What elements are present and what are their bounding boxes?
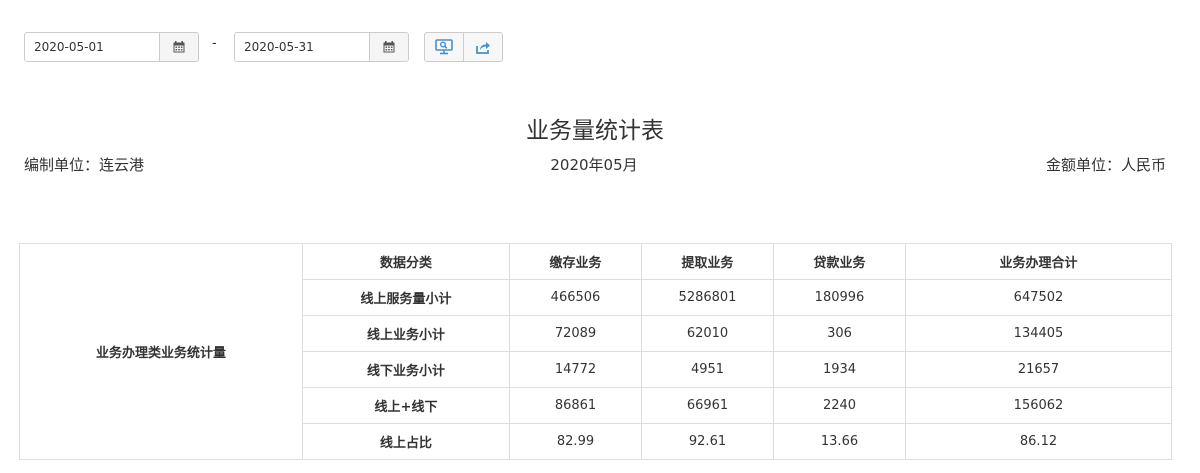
header-category: 数据分类	[302, 243, 510, 280]
report-title: 业务量统计表	[526, 118, 664, 144]
cell-total: 134405	[905, 315, 1172, 352]
cell-loan: 180996	[773, 279, 906, 316]
row-label: 线上占比	[302, 423, 510, 460]
cell-total: 647502	[905, 279, 1172, 316]
currency-unit: 金额单位：人民币	[1045, 156, 1166, 174]
start-date-picker	[24, 32, 199, 62]
export-button[interactable]	[463, 32, 503, 62]
report-page: -	[0, 0, 1200, 473]
statistics-table: 业务办理类业务统计量 数据分类 缴存业务 提取业务 贷款业务 业务办理合计 线上…	[19, 243, 1172, 460]
header-withdraw: 提取业务	[641, 243, 774, 280]
row-label: 线上+线下	[302, 387, 510, 424]
cell-deposit: 86861	[509, 387, 642, 424]
end-date-input[interactable]	[235, 33, 369, 61]
cell-withdraw: 66961	[641, 387, 774, 424]
cell-withdraw: 5286801	[641, 279, 774, 316]
table-header-row: 业务办理类业务统计量 数据分类 缴存业务 提取业务 贷款业务 业务办理合计	[19, 243, 1172, 460]
cell-total: 86.12	[905, 423, 1172, 460]
header-deposit: 缴存业务	[509, 243, 642, 280]
cell-withdraw: 92.61	[641, 423, 774, 460]
cell-total: 156062	[905, 387, 1172, 424]
group-label-cell: 业务办理类业务统计量	[19, 243, 303, 460]
header-total: 业务办理合计	[905, 243, 1172, 280]
cell-loan: 306	[773, 315, 906, 352]
row-label: 线上业务小计	[302, 315, 510, 352]
end-date-picker	[234, 32, 409, 62]
start-calendar-button[interactable]	[159, 33, 198, 61]
cell-deposit: 72089	[509, 315, 642, 352]
row-label: 线下业务小计	[302, 351, 510, 388]
preview-button[interactable]	[424, 32, 464, 62]
end-calendar-button[interactable]	[369, 33, 408, 61]
cell-loan: 13.66	[773, 423, 906, 460]
cell-loan: 1934	[773, 351, 906, 388]
calendar-icon	[173, 41, 185, 53]
cell-withdraw: 4951	[641, 351, 774, 388]
cell-deposit: 14772	[509, 351, 642, 388]
cell-deposit: 466506	[509, 279, 642, 316]
monitor-preview-icon	[435, 39, 453, 55]
report-period: 2020年05月	[550, 156, 638, 174]
date-range-separator: -	[212, 36, 217, 51]
cell-total: 21657	[905, 351, 1172, 388]
cell-loan: 2240	[773, 387, 906, 424]
header-loan: 贷款业务	[773, 243, 906, 280]
calendar-icon	[383, 41, 395, 53]
share-export-icon	[476, 41, 490, 54]
row-label: 线上服务量小计	[302, 279, 510, 316]
cell-deposit: 82.99	[509, 423, 642, 460]
start-date-input[interactable]	[25, 33, 159, 61]
cell-withdraw: 62010	[641, 315, 774, 352]
